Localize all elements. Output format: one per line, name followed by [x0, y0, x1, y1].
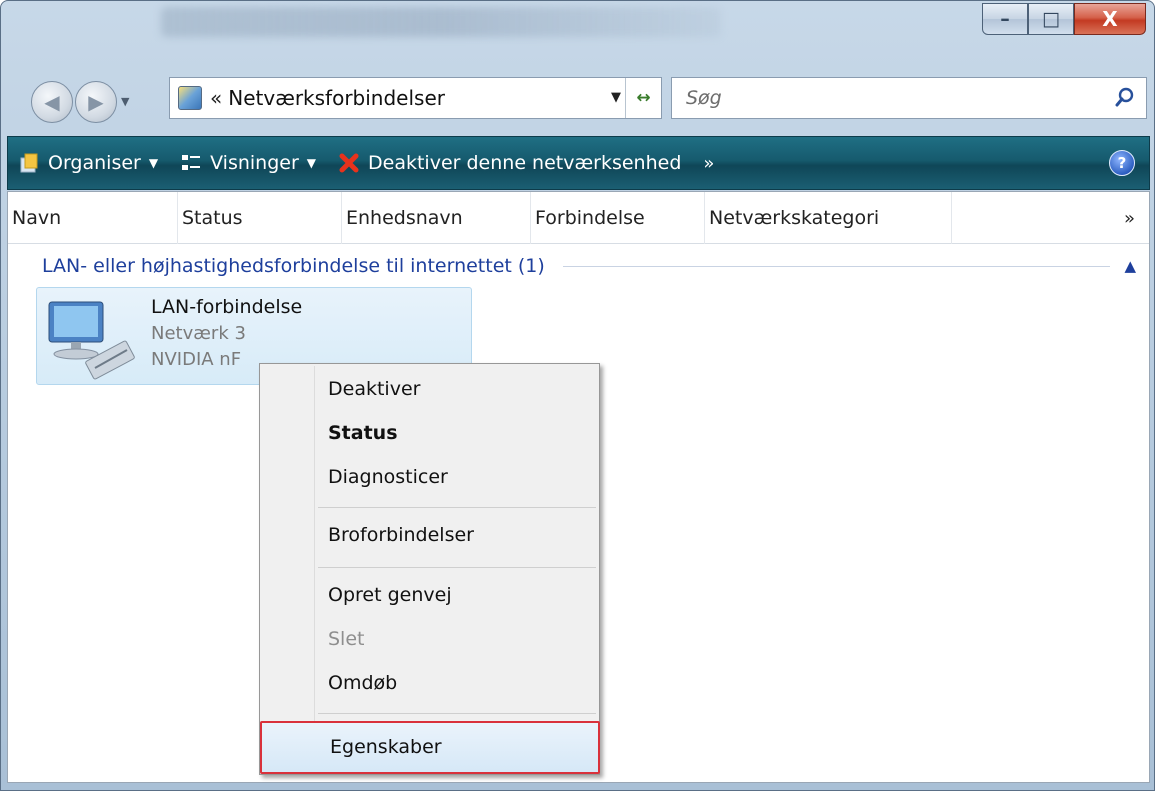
collapse-chevron-icon[interactable]: ▲	[1124, 257, 1136, 275]
address-dropdown-icon[interactable]: ▼	[611, 90, 621, 105]
title-text-blurred	[161, 7, 721, 37]
disable-device-label: Deaktiver denne netværksenhed	[368, 152, 682, 174]
history-dropdown-icon[interactable]: ▼	[121, 95, 129, 108]
menu-item-diagnose[interactable]: Diagnosticer	[328, 466, 448, 488]
minimize-button[interactable]: –	[982, 3, 1028, 35]
search-input[interactable]: Søg	[686, 87, 722, 109]
column-header-connection[interactable]: Forbindelse	[531, 192, 705, 244]
organise-label: Organiser	[48, 152, 141, 174]
menu-gutter	[314, 366, 315, 772]
red-x-icon	[339, 153, 359, 173]
address-bar[interactable]: « Netværksforbindelser ▼ ↔	[169, 77, 662, 119]
group-label: LAN- eller højhastighedsforbindelse til …	[42, 255, 545, 277]
search-icon[interactable]	[1114, 86, 1136, 108]
maximize-button[interactable]: □	[1028, 3, 1074, 35]
search-box[interactable]: Søg	[671, 77, 1147, 119]
title-bar[interactable]: – □ X	[1, 1, 1154, 61]
views-label: Visninger	[210, 152, 299, 174]
help-icon[interactable]: ?	[1109, 150, 1135, 176]
menu-item-delete: Slet	[328, 628, 365, 650]
menu-separator	[318, 507, 596, 508]
connection-device: NVIDIA nF	[151, 349, 242, 370]
columns-overflow-button[interactable]: »	[1124, 208, 1135, 229]
connection-name: LAN-forbindelse	[151, 296, 303, 318]
disable-device-button[interactable]: Deaktiver denne netværksenhed	[338, 152, 681, 174]
network-computer-icon	[48, 301, 135, 380]
forward-arrow-icon: ▶	[88, 90, 104, 114]
column-header-network-category[interactable]: Netværkskategori	[705, 192, 952, 244]
column-header-name[interactable]: Navn	[8, 192, 178, 244]
network-folder-icon	[178, 86, 202, 110]
back-arrow-icon: ◀	[44, 90, 60, 114]
breadcrumb-overflow[interactable]: «	[210, 86, 222, 110]
connection-network: Netværk 3	[151, 323, 246, 344]
menu-item-bridge-connections[interactable]: Broforbindelser	[328, 524, 474, 546]
organise-icon	[20, 153, 38, 173]
toolbar-overflow-button[interactable]: »	[703, 153, 714, 174]
forward-button[interactable]: ▶	[75, 81, 117, 123]
column-header-status[interactable]: Status	[178, 192, 342, 244]
chevron-down-icon: ▼	[148, 156, 159, 170]
breadcrumb-current[interactable]: Netværksforbindelser	[228, 86, 445, 110]
menu-item-properties-highlight[interactable]: Egenskaber	[260, 721, 600, 774]
window-controls: – □ X	[982, 3, 1146, 39]
organise-button[interactable]: Organiser ▼	[18, 152, 158, 174]
explorer-window: – □ X ◀ ▶ ▼ « Netværksforbindelser ▼ ↔ S…	[0, 0, 1155, 791]
column-header-device-name[interactable]: Enhedsnavn	[342, 192, 531, 244]
chevron-down-icon: ▼	[306, 156, 317, 170]
views-button[interactable]: Visninger ▼	[180, 152, 316, 174]
address-row: ◀ ▶ ▼ « Netværksforbindelser ▼ ↔ Søg	[1, 63, 1154, 135]
close-button[interactable]: X	[1074, 3, 1146, 35]
column-headers: Navn Status Enhedsnavn Forbindelse Netvæ…	[8, 192, 1149, 244]
group-divider	[562, 265, 1111, 267]
menu-item-create-shortcut[interactable]: Opret genvej	[328, 584, 452, 606]
menu-item-status[interactable]: Status	[328, 422, 398, 444]
context-menu: Deaktiver Status Diagnosticer Broforbind…	[259, 363, 600, 775]
menu-separator	[318, 567, 596, 568]
menu-separator	[318, 713, 596, 714]
command-bar: Organiser ▼ Visninger ▼ Deaktiver denne …	[7, 136, 1150, 190]
menu-item-properties[interactable]: Egenskaber	[330, 736, 442, 758]
back-button[interactable]: ◀	[31, 81, 73, 123]
views-icon	[182, 155, 201, 170]
group-header[interactable]: LAN- eller højhastighedsforbindelse til …	[42, 252, 1142, 280]
menu-item-rename[interactable]: Omdøb	[328, 672, 397, 694]
refresh-icon[interactable]: ↔	[625, 78, 661, 118]
menu-item-disable[interactable]: Deaktiver	[328, 378, 420, 400]
